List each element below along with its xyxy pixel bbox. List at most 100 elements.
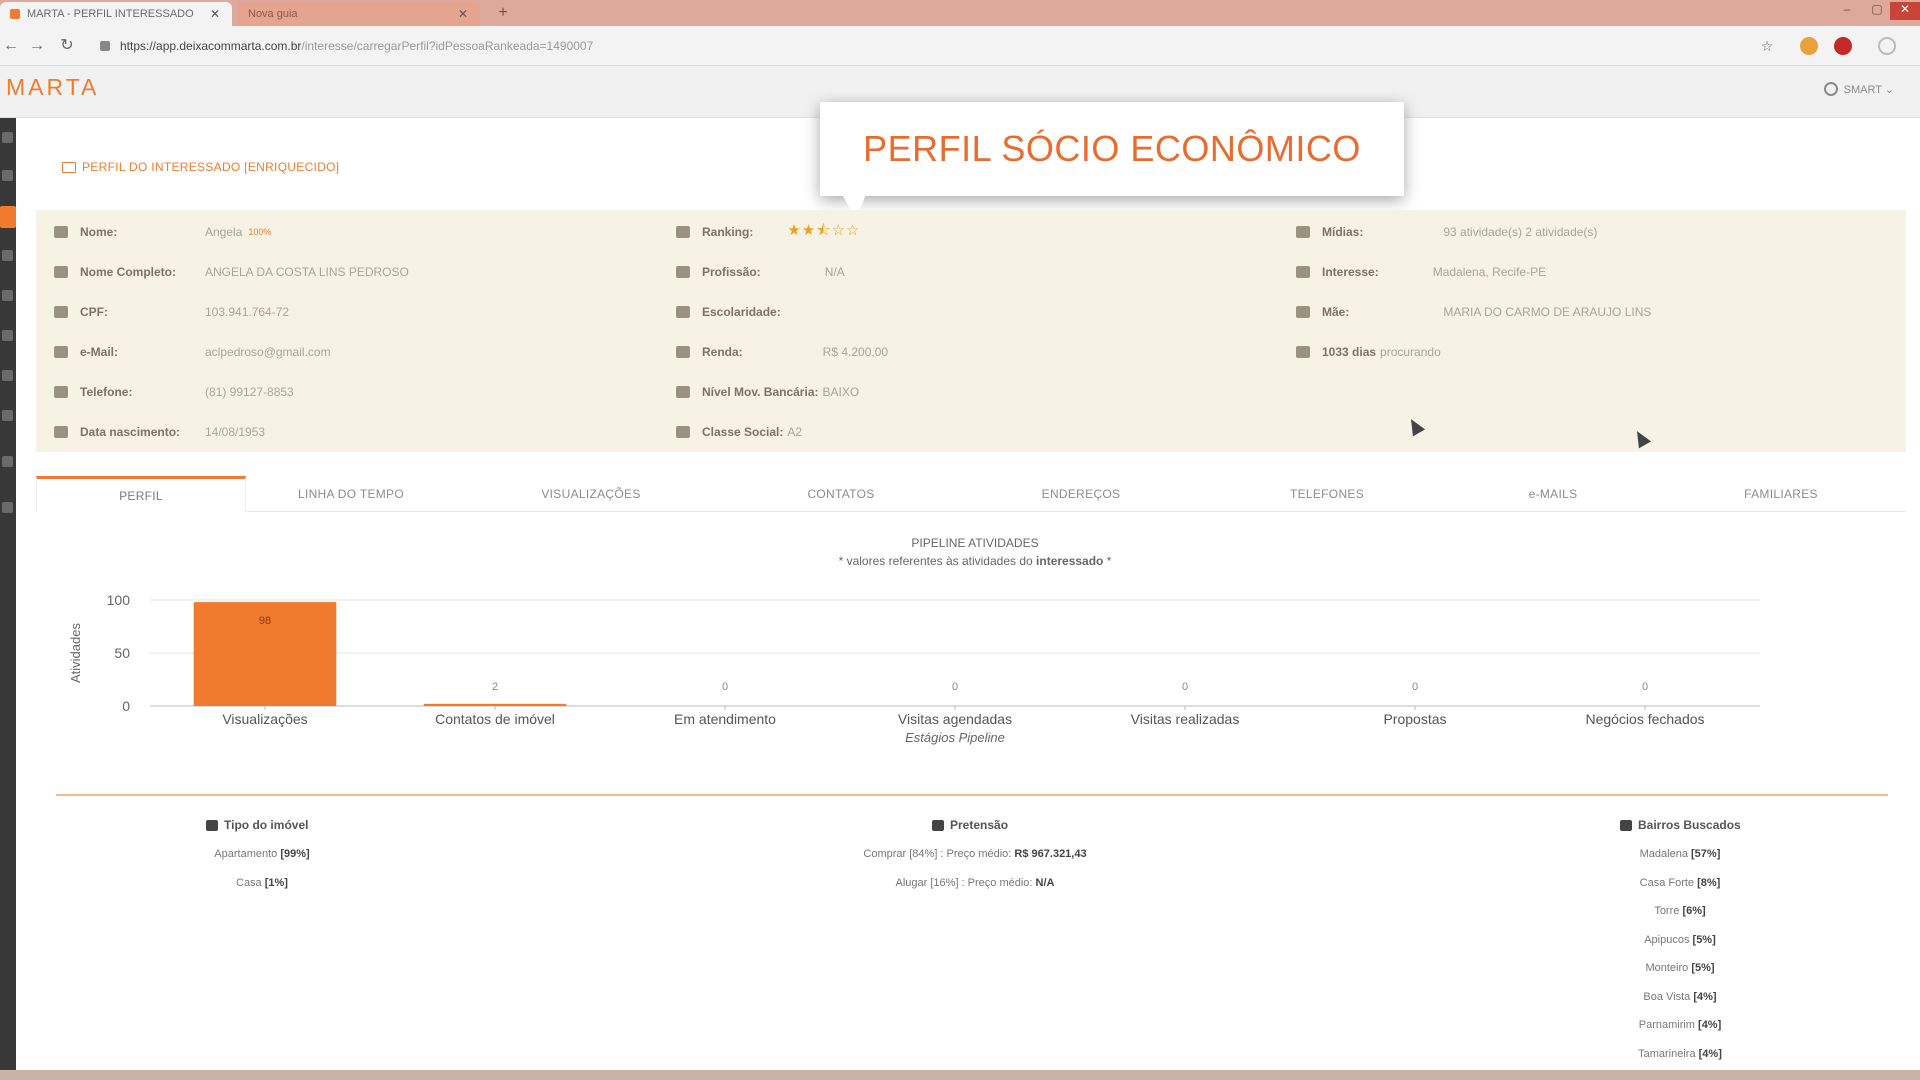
id-card-icon <box>54 306 68 318</box>
tab-linha-do-tempo[interactable]: LINHA DO TEMPO <box>246 476 456 512</box>
extension-icon[interactable] <box>1800 37 1818 55</box>
x-tick-label: Em atendimento <box>674 711 776 727</box>
chart-subtitle: * valores referentes às atividades do in… <box>720 554 1230 568</box>
info-value[interactable]: aclpedroso@gmail.com <box>205 345 331 359</box>
forward-icon[interactable]: → <box>26 35 48 57</box>
info-classe-social: Classe Social: A2 <box>676 422 802 442</box>
tipo-line-text: Apartamento <box>214 848 281 860</box>
y-tick-label: 100 <box>107 592 131 608</box>
back-icon[interactable]: ← <box>0 35 22 57</box>
rail-building-icon[interactable] <box>2 290 13 301</box>
wrench-icon <box>932 819 944 831</box>
info-dias-procurando: 1033 dias procurando <box>1296 342 1441 362</box>
bairros-header-text: Bairros Buscados <box>1638 818 1741 832</box>
url-field[interactable]: https://app.deixacommarta.com.br /intere… <box>100 32 1750 60</box>
rail-list-icon[interactable] <box>2 250 13 261</box>
pretensao-line: Alugar [16%] : Preço médio: N/A <box>775 877 1175 889</box>
info-telefone: Telefone: (81) 99127-8853 <box>54 382 294 402</box>
data-label: 0 <box>952 681 958 693</box>
info-label: Nome: <box>80 225 118 239</box>
window-close-icon[interactable]: ✕ <box>1890 2 1920 20</box>
pipeline-chart: Atividades 100 50 0 98 Visualizações 2 Contatos… <box>68 592 1760 745</box>
dollar-icon <box>676 346 690 358</box>
map-marker-icon <box>1620 819 1632 831</box>
browser-tab-label: MARTA - PERFIL INTERESSADO <box>27 8 194 20</box>
address-bar-row: ← → ↻ https://app.deixacommarta.com.br /… <box>0 26 1920 66</box>
info-label: CPF: <box>80 305 108 319</box>
browser-tab-inactive[interactable]: Nova guia ✕ <box>238 2 480 26</box>
bairros-line-value: [4%] <box>1698 1019 1722 1031</box>
rail-share-icon[interactable] <box>2 502 13 513</box>
rail-chat-icon[interactable] <box>2 456 13 467</box>
marta-logo[interactable]: MARTA <box>6 74 99 101</box>
bookmark-star-icon[interactable]: ☆ <box>1756 35 1778 57</box>
rail-bullhorn-icon[interactable] <box>2 330 13 341</box>
info-label: Mãe: <box>1322 305 1350 319</box>
info-value: BAIXO <box>822 385 860 399</box>
new-tab-button[interactable]: + <box>490 3 516 23</box>
tipo-imovel-header: Tipo do imóvel <box>206 818 308 832</box>
chart-subtitle-prefix: * valores referentes às atividades do <box>838 554 1037 568</box>
url-host: https://app.deixacommarta.com.br <box>120 39 302 53</box>
tab-perfil[interactable]: PERFIL <box>36 476 246 512</box>
tipo-line-text: Casa <box>236 876 265 889</box>
tab-contatos[interactable]: CONTATOS <box>736 476 946 512</box>
bairros-line-text: Monteiro <box>1645 962 1692 974</box>
tab-visualizacoes[interactable]: VISUALIZAÇÕES <box>486 476 696 512</box>
bairros-line: Boa Vista [4%] <box>1480 991 1880 1003</box>
info-label: Interesse: <box>1322 265 1379 279</box>
bairros-header: Bairros Buscados <box>1620 818 1741 832</box>
tab-familiares[interactable]: FAMILIARES <box>1676 476 1886 512</box>
info-label: Classe Social: <box>702 425 784 439</box>
os-taskbar <box>0 1070 1920 1080</box>
url-path: /interesse/carregarPerfil?idPessoaRankea… <box>301 39 594 53</box>
reload-icon[interactable]: ↻ <box>56 35 78 57</box>
data-label: 2 <box>492 681 498 693</box>
maximize-icon[interactable]: ▢ <box>1862 2 1892 16</box>
bairros-line-value: [5%] <box>1691 962 1715 974</box>
info-label: Escolaridade: <box>702 305 781 319</box>
bairros-line: Parnamirim [4%] <box>1480 1019 1880 1031</box>
tipo-line: Casa [1%] <box>62 877 462 889</box>
data-label: 0 <box>1642 681 1648 693</box>
info-value: N/A <box>824 265 845 279</box>
info-label: Nível Mov. Bancária: <box>702 385 819 399</box>
bairros-line-value: [5%] <box>1692 933 1716 946</box>
rail-tag-icon[interactable] <box>2 410 13 421</box>
envelope-icon <box>54 346 68 358</box>
profile-icon[interactable] <box>1878 37 1896 55</box>
calendar-icon <box>54 426 68 438</box>
lock-icon <box>100 41 110 51</box>
users-icon <box>676 426 690 438</box>
x-tick-label: Visitas realizadas <box>1131 711 1240 727</box>
profile-info-panel: Nome: Angela 100% Nome Completo: ANGELA … <box>36 210 1906 452</box>
minimize-icon[interactable]: – <box>1832 2 1862 16</box>
data-label: 98 <box>259 615 271 627</box>
tab-telefones[interactable]: TELEFONES <box>1222 476 1432 512</box>
rail-menu-icon[interactable] <box>2 132 13 143</box>
x-axis-label: Estágios Pipeline <box>905 730 1005 745</box>
info-cpf: CPF: 103.941.764-72 <box>54 302 289 322</box>
adblock-icon[interactable] <box>1834 37 1852 55</box>
rail-profile-icon[interactable] <box>0 206 16 228</box>
close-icon[interactable]: ✕ <box>208 7 222 21</box>
briefcase-icon <box>676 266 690 278</box>
tab-enderecos[interactable]: ENDEREÇOS <box>976 476 1186 512</box>
y-tick-label: 50 <box>114 645 130 661</box>
side-rail <box>0 118 16 1070</box>
info-midias: Mídias: 93 atividade(s) 2 atividade(s) <box>1296 222 1597 242</box>
rail-globe-icon[interactable] <box>2 370 13 381</box>
close-icon[interactable]: ✕ <box>456 7 470 21</box>
info-value[interactable]: 93 atividade(s) 2 atividade(s) <box>1443 225 1597 239</box>
browser-tab-strip: MARTA - PERFIL INTERESSADO ✕ Nova guia ✕… <box>0 0 1920 26</box>
pretensao-header: Pretensão <box>932 818 1008 832</box>
tab-emails[interactable]: e-MAILS <box>1448 476 1658 512</box>
user-menu[interactable]: SMART ⌄ <box>1823 82 1894 96</box>
rail-edit-icon[interactable] <box>2 170 13 181</box>
browser-tab-active[interactable]: MARTA - PERFIL INTERESSADO ✕ <box>0 2 232 26</box>
info-label: Mídias: <box>1322 225 1364 239</box>
info-label: Telefone: <box>80 385 133 399</box>
callout-banner: PERFIL SÓCIO ECONÔMICO <box>820 102 1404 220</box>
info-nivel-mov-bancaria: Nível Mov. Bancária: BAIXO <box>676 382 859 402</box>
name-badge: 100% <box>248 227 272 237</box>
